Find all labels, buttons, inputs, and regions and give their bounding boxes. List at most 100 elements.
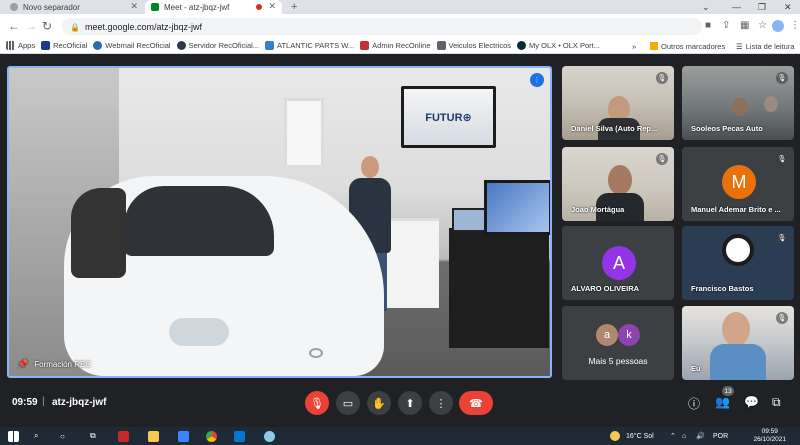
taskbar-app[interactable]	[234, 429, 245, 443]
bookmark-label: Outros marcadores	[661, 41, 726, 51]
search-icon: ⌕	[34, 431, 39, 440]
tab-new-tab[interactable]: Novo separador ✕	[4, 0, 144, 14]
more-options-button[interactable]: ⋮	[429, 391, 453, 415]
present-screen-button[interactable]: ⬆	[398, 391, 422, 415]
participant-name: Sooleos Pecas Auto	[691, 124, 763, 133]
volume-icon[interactable]: 🔊	[696, 427, 705, 445]
people-icon[interactable]: 👥	[715, 395, 730, 409]
participant-tile[interactable]: 🎙 Daniel Silva (Auto Rep...	[562, 66, 674, 140]
leave-call-button[interactable]: ☎	[459, 391, 493, 415]
pin-icon[interactable]: 📌	[17, 359, 28, 370]
minimize-icon[interactable]: —	[732, 0, 741, 14]
restore-icon[interactable]: ❐	[758, 0, 766, 14]
weather-text: 16°C Sol	[626, 432, 654, 440]
store-icon	[178, 430, 189, 442]
bookmark-recoficial[interactable]: RecOficial	[41, 41, 87, 50]
participant-tile[interactable]: M 🎙 Manuel Ademar Brito e ...	[682, 147, 794, 221]
bookmark-apps[interactable]: Apps	[6, 41, 35, 50]
info-icon[interactable]: ⓘ	[688, 395, 700, 412]
video-scene-laptop	[452, 208, 488, 232]
new-tab-button[interactable]: +	[291, 0, 297, 14]
participant-avatar: M	[722, 165, 756, 199]
cortana-button[interactable]: ○	[60, 429, 65, 443]
browser-tab-strip: Novo separador ✕ Meet - atz-jbqz-jwf ✕ +…	[0, 0, 800, 14]
profile-avatar-icon[interactable]	[772, 20, 784, 32]
extension-icon[interactable]: ▦	[740, 20, 749, 31]
participant-count-badge: 13	[722, 386, 734, 396]
camera-toggle-button[interactable]: ▭	[336, 391, 360, 415]
participant-tile[interactable]: 🎙 Joao Mortágua	[562, 147, 674, 221]
main-speaker-video[interactable]: FUTUR⊕ ⋮ 📌 Formación REC	[7, 66, 552, 378]
meet-bottom-gap	[0, 420, 800, 427]
taskbar-app[interactable]	[264, 429, 275, 443]
shield-icon	[265, 41, 275, 50]
main-speaker-label: 📌 Formación REC	[17, 359, 91, 370]
gift-app-icon	[118, 430, 129, 442]
taskbar-app[interactable]	[178, 429, 189, 443]
video-scene-car-windshield	[124, 186, 274, 256]
reading-list-button[interactable]: ☰ Lista de leitura	[736, 38, 795, 54]
raise-hand-button[interactable]: ✋	[367, 391, 391, 415]
participant-tile[interactable]: 🎙 Sooleos Pecas Auto	[682, 66, 794, 140]
network-icon[interactable]: ⌂	[682, 427, 686, 445]
admin-icon	[360, 41, 370, 50]
close-tab-icon[interactable]: ✕	[130, 1, 138, 12]
share-icon[interactable]: ⇪	[722, 20, 730, 31]
tray-show-hidden-icon[interactable]: ⌃	[670, 427, 676, 445]
start-button[interactable]	[8, 429, 19, 443]
more-bookmarks-button[interactable]: »	[632, 38, 636, 54]
bookmark-olx[interactable]: My OLX • OLX Port...	[517, 41, 600, 50]
url-text: meet.google.com/atz-jbqz-jwf	[85, 21, 203, 32]
participant-tile[interactable]: 🎙 Francisco Bastos	[682, 226, 794, 300]
bookmark-label: Lista de leitura	[745, 41, 795, 51]
camera-in-use-icon[interactable]: ■	[705, 20, 711, 31]
close-window-icon[interactable]: ✕	[784, 0, 792, 14]
taskbar-app[interactable]	[148, 429, 159, 443]
participant-face	[722, 312, 750, 346]
url-field[interactable]: 🔒 meet.google.com/atz-jbqz-jwf	[62, 18, 702, 35]
chat-icon[interactable]: 💬	[744, 395, 759, 409]
participant-tile[interactable]: A ALVARO OLIVEIRA	[562, 226, 674, 300]
mic-off-icon: 🎙	[310, 397, 324, 410]
meet-icon	[151, 3, 159, 11]
windows-logo-icon	[8, 430, 19, 442]
bookmark-admin[interactable]: Admin RecOnline	[360, 41, 431, 50]
forward-icon[interactable]: →	[25, 19, 37, 33]
weather-widget[interactable]: 16°C Sol	[610, 427, 654, 445]
participant-face	[732, 98, 748, 116]
bookmark-star-icon[interactable]: ☆	[758, 20, 767, 31]
bookmark-veiculos[interactable]: Veiculos Electricos	[436, 41, 511, 50]
video-scene-cabinet	[449, 228, 549, 348]
bookmark-servidor[interactable]: Servidor RecOficial...	[176, 41, 259, 50]
search-taskbar-button[interactable]: ⌕	[34, 429, 38, 443]
folder-icon	[436, 41, 446, 50]
taskbar-app[interactable]	[118, 429, 129, 443]
participant-avatar: A	[602, 246, 636, 280]
bookmark-other[interactable]: Outros marcadores	[650, 38, 725, 54]
bookmark-atlantic[interactable]: ATLANTIC PARTS W...	[265, 41, 354, 50]
reload-icon[interactable]: ↻	[42, 19, 52, 33]
taskbar-app[interactable]	[206, 429, 217, 443]
tab-title: Meet - atz-jbqz-jwf	[164, 2, 230, 12]
bookmark-webmail[interactable]: Webmail RecOficial	[93, 41, 171, 50]
language-indicator[interactable]: POR	[713, 427, 728, 445]
task-view-button[interactable]: ⧉	[90, 429, 96, 443]
self-view-tile[interactable]: 🎙 Eu	[682, 306, 794, 380]
menu-kebab-icon[interactable]: ⋮	[790, 20, 800, 31]
participant-body	[710, 344, 766, 380]
close-tab-icon[interactable]: ✕	[268, 1, 276, 12]
video-scene-presenter-head	[361, 156, 379, 178]
tab-search-icon[interactable]: ⌄	[702, 0, 710, 14]
participant-name: Manuel Ademar Brito e ...	[691, 205, 781, 214]
system-clock[interactable]: 09:59 26/10/2021	[753, 428, 786, 444]
mic-toggle-button[interactable]: 🎙	[305, 391, 329, 415]
more-participants-tile[interactable]: a k Mais 5 pessoas	[562, 306, 674, 380]
participant-name: Eu	[691, 364, 701, 373]
back-icon[interactable]: ←	[8, 19, 20, 33]
activities-icon[interactable]: ⧉	[772, 395, 781, 410]
bookmark-label: Webmail RecOficial	[105, 41, 171, 50]
present-icon: ⬆	[405, 397, 415, 410]
paint-icon	[264, 430, 275, 442]
tab-meet[interactable]: Meet - atz-jbqz-jwf ✕	[145, 0, 282, 14]
tab-title: Novo separador	[23, 2, 80, 12]
